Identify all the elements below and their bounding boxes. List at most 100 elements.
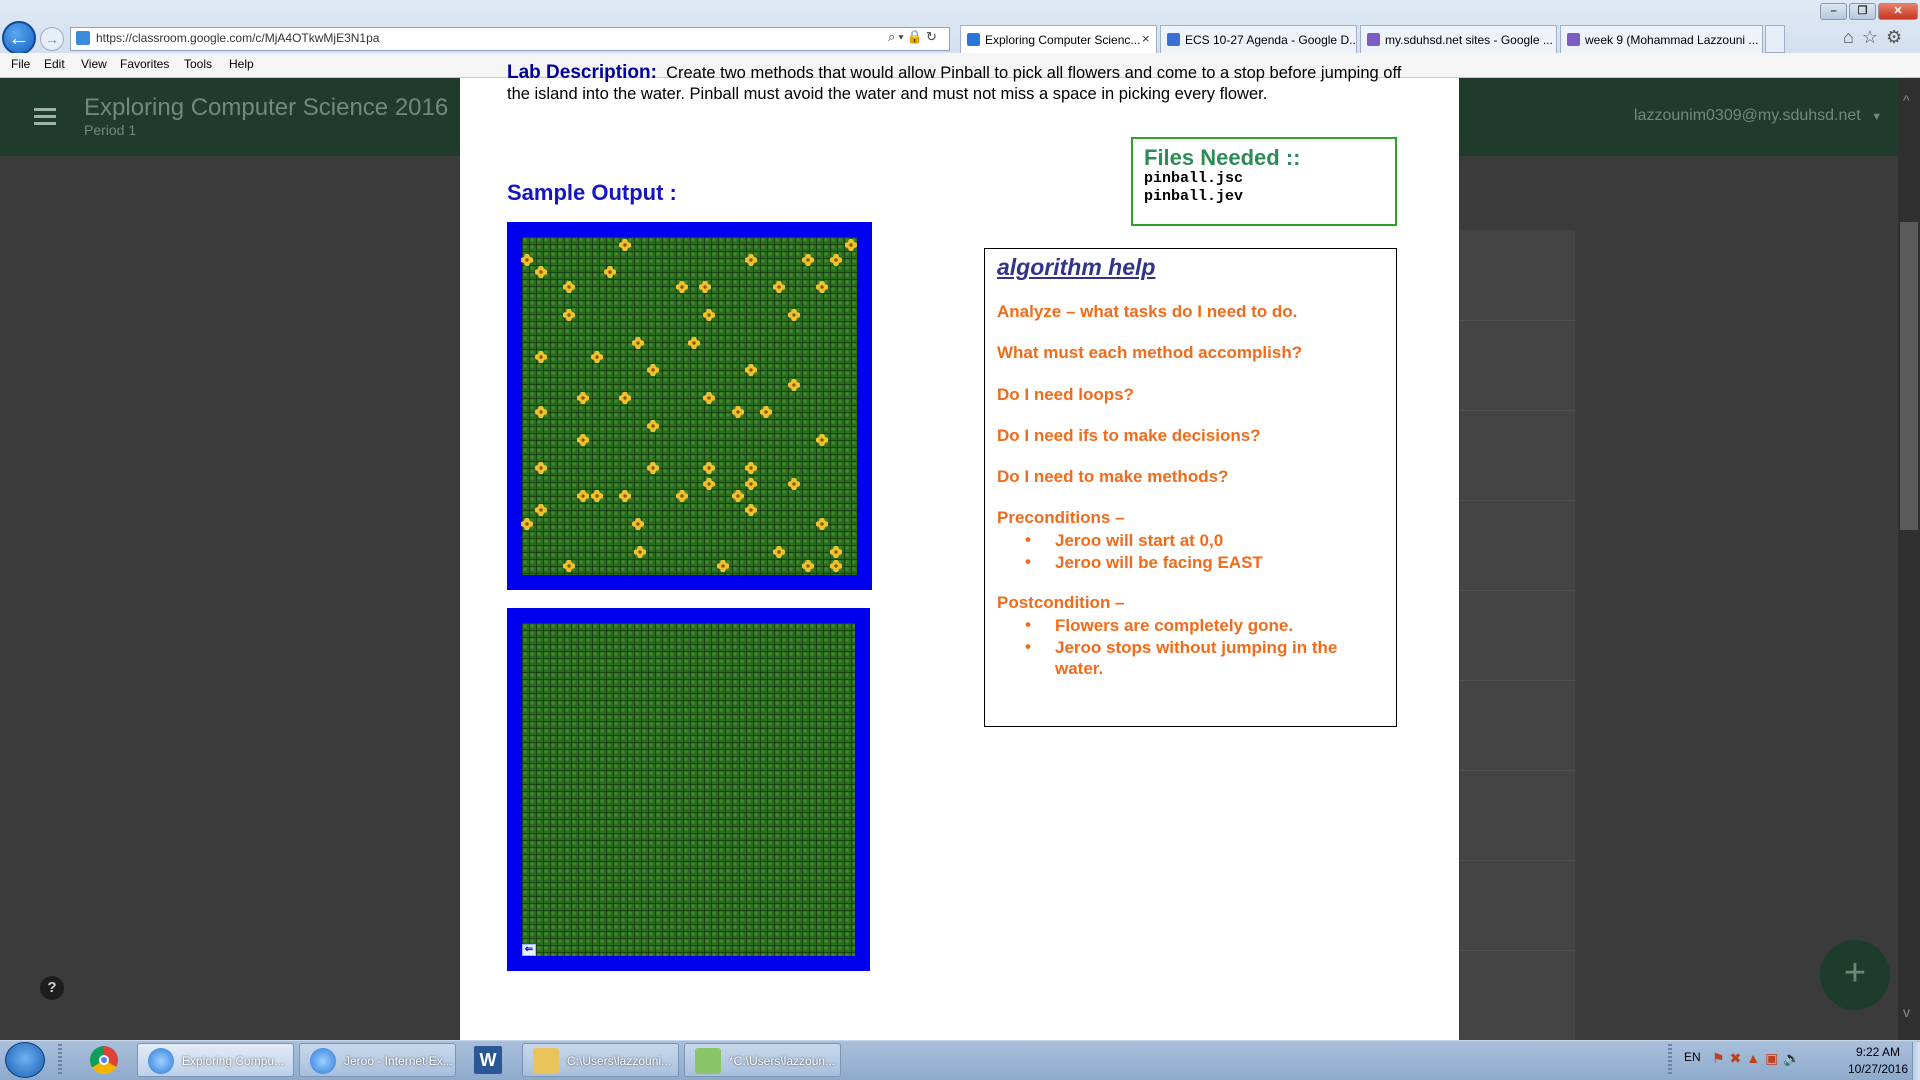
add-fab-button[interactable]: + bbox=[1820, 940, 1890, 1010]
taskbar-button-exploring[interactable]: Exploring Compu... bbox=[137, 1043, 294, 1077]
flower-icon bbox=[632, 518, 644, 530]
chrome-taskbar-icon[interactable] bbox=[80, 1043, 128, 1077]
minimize-button[interactable]: – bbox=[1820, 3, 1847, 20]
bullet-icon: • bbox=[1025, 530, 1031, 549]
class-title[interactable]: Exploring Computer Science 2016 bbox=[84, 94, 448, 122]
flower-icon bbox=[591, 490, 603, 502]
flag-icon[interactable]: ⚑ bbox=[1712, 1050, 1730, 1066]
flower-icon bbox=[732, 406, 744, 418]
new-tab-button[interactable] bbox=[1765, 25, 1785, 53]
lock-icon[interactable]: 🔒 bbox=[907, 29, 926, 44]
tab-label: Exploring Computer Scienc... bbox=[985, 33, 1141, 47]
clock-date[interactable]: 10/27/2016 bbox=[1838, 1062, 1918, 1076]
flower-icon bbox=[619, 239, 631, 251]
word-taskbar-icon[interactable]: W bbox=[464, 1043, 512, 1077]
flower-icon bbox=[632, 337, 644, 349]
algorithm-help-title: algorithm help bbox=[997, 254, 1156, 280]
taskbar-button-notepad[interactable]: *C:\Users\lazzoun... bbox=[684, 1043, 841, 1077]
volume-icon[interactable]: 🔈 bbox=[1783, 1050, 1805, 1066]
refresh-icon[interactable]: ↻ bbox=[926, 29, 940, 44]
flower-icon bbox=[760, 406, 772, 418]
flower-icon bbox=[535, 462, 547, 474]
account-menu[interactable]: lazzounim0309@my.sduhsd.net ▼ bbox=[1634, 107, 1882, 125]
flower-icon bbox=[745, 254, 757, 266]
precondition-item: Jeroo will be facing EAST bbox=[1055, 553, 1263, 572]
dropdown-arrow-icon[interactable]: ▾ bbox=[898, 29, 906, 44]
flower-icon bbox=[830, 254, 842, 266]
menu-view[interactable]: View bbox=[81, 57, 107, 71]
monitor-icon[interactable]: ▣ bbox=[1765, 1050, 1783, 1066]
close-window-button[interactable]: ✕ bbox=[1878, 3, 1918, 20]
home-icon[interactable]: ⌂ bbox=[1843, 27, 1862, 47]
taskbar-grip bbox=[58, 1044, 62, 1076]
flower-icon bbox=[647, 420, 659, 432]
class-period: Period 1 bbox=[84, 122, 137, 138]
flower-icon bbox=[521, 518, 533, 530]
help-button[interactable]: ? bbox=[40, 976, 64, 1000]
favorites-star-icon[interactable]: ☆ bbox=[1862, 27, 1886, 47]
flower-icon bbox=[703, 478, 715, 490]
tab-ecs-agenda[interactable]: ECS 10-27 Agenda - Google D... bbox=[1160, 25, 1357, 53]
flower-icon bbox=[688, 337, 700, 349]
page-favicon-icon bbox=[76, 31, 90, 45]
menu-file[interactable]: File bbox=[11, 57, 30, 71]
preconditions-title: Preconditions – bbox=[997, 508, 1125, 527]
flower-icon bbox=[773, 281, 785, 293]
flower-icon bbox=[745, 504, 757, 516]
file-pinball-jev: pinball.jev bbox=[1144, 188, 1244, 205]
clock-time[interactable]: 9:22 AM bbox=[1848, 1045, 1908, 1059]
search-icon[interactable]: ⌕ bbox=[888, 29, 898, 44]
flower-icon bbox=[676, 490, 688, 502]
flower-icon bbox=[745, 364, 757, 376]
stream-divider bbox=[1460, 500, 1575, 501]
flower-icon bbox=[802, 560, 814, 572]
browser-toolbar-icons[interactable]: ⌂☆⚙ bbox=[1843, 27, 1910, 48]
flower-icon bbox=[699, 281, 711, 293]
address-bar-tools[interactable]: ⌕▾🔒↻ bbox=[888, 29, 940, 45]
stream-divider bbox=[1460, 950, 1575, 951]
files-needed-title: Files Needed :: bbox=[1144, 145, 1301, 170]
tab-sduhsd-sites[interactable]: my.sduhsd.net sites - Google ... bbox=[1360, 25, 1557, 53]
algo-hint: Do I need loops? bbox=[997, 385, 1134, 404]
taskbar-button-jeroo[interactable]: Jeroo - Internet Ex... bbox=[299, 1043, 456, 1077]
show-desktop-button[interactable] bbox=[1912, 1042, 1920, 1080]
menu-help[interactable]: Help bbox=[229, 57, 254, 71]
flower-icon bbox=[732, 490, 744, 502]
bullet-icon: • bbox=[1025, 637, 1031, 656]
menu-favorites[interactable]: Favorites bbox=[120, 57, 169, 71]
lab-description: Lab Description: Create two methods that… bbox=[507, 62, 1412, 105]
island-grid-before bbox=[507, 222, 872, 590]
flower-icon bbox=[604, 266, 616, 278]
url-text[interactable]: https://classroom.google.com/c/MjA4OTkwM… bbox=[96, 31, 379, 45]
scroll-up-icon[interactable]: ^ bbox=[1903, 92, 1910, 108]
system-tray-icons[interactable]: ⚑✖▲▣🔈 bbox=[1712, 1050, 1806, 1067]
jeroo-icon: ⇐ bbox=[522, 944, 536, 956]
close-tab-icon[interactable]: × bbox=[1142, 31, 1150, 46]
flower-icon bbox=[647, 462, 659, 474]
scroll-down-icon[interactable]: v bbox=[1903, 1004, 1910, 1020]
security-icon[interactable]: ✖ bbox=[1730, 1050, 1747, 1066]
account-email: lazzounim0309@my.sduhsd.net bbox=[1634, 107, 1861, 124]
tray-grip bbox=[1668, 1044, 1672, 1076]
tab-label: ECS 10-27 Agenda - Google D... bbox=[1185, 33, 1357, 47]
menu-edit[interactable]: Edit bbox=[44, 57, 65, 71]
menu-tools[interactable]: Tools bbox=[184, 57, 212, 71]
restore-button[interactable]: ❐ bbox=[1849, 3, 1876, 20]
tab-week-9[interactable]: week 9 (Mohammad Lazzouni ... bbox=[1560, 25, 1763, 53]
forward-button[interactable]: → bbox=[40, 27, 64, 51]
flower-icon bbox=[619, 490, 631, 502]
back-button[interactable]: ← bbox=[2, 21, 36, 55]
start-button[interactable] bbox=[5, 1042, 45, 1078]
language-indicator[interactable]: EN bbox=[1684, 1050, 1701, 1064]
taskbar-button-explorer[interactable]: C:\Users\lazzouni... bbox=[522, 1043, 679, 1077]
algo-hint: Do I need to make methods? bbox=[997, 467, 1229, 486]
network-icon[interactable]: ▲ bbox=[1746, 1050, 1765, 1066]
taskbar-label: C:\Users\lazzouni... bbox=[567, 1054, 672, 1068]
flower-icon bbox=[563, 560, 575, 572]
tab-exploring-cs[interactable]: Exploring Computer Scienc... bbox=[960, 25, 1157, 53]
hamburger-menu-icon[interactable] bbox=[34, 108, 56, 129]
taskbar-label: Jeroo - Internet Ex... bbox=[344, 1054, 453, 1068]
scrollbar-thumb[interactable] bbox=[1900, 222, 1918, 530]
settings-gear-icon[interactable]: ⚙ bbox=[1886, 27, 1910, 47]
flower-icon bbox=[788, 309, 800, 321]
